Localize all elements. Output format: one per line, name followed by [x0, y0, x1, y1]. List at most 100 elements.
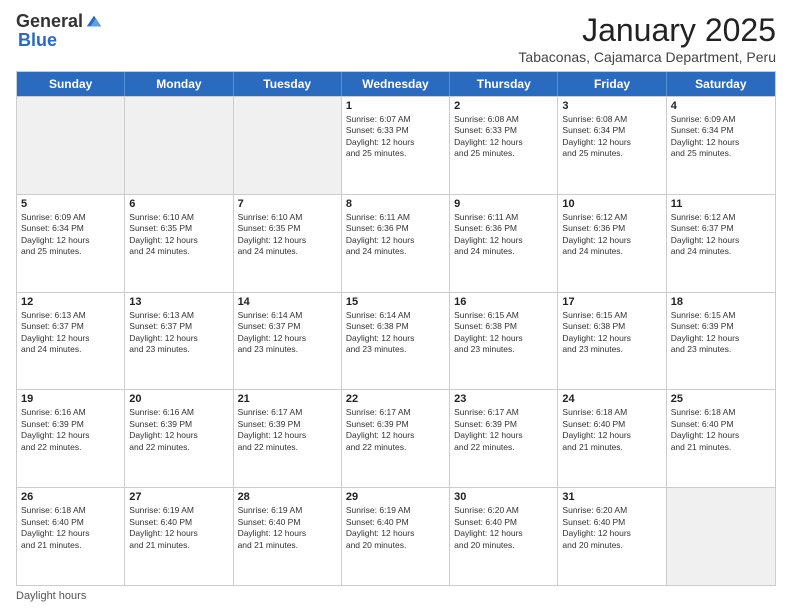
calendar-cell: 29Sunrise: 6:19 AM Sunset: 6:40 PM Dayli… [342, 488, 450, 585]
day-number: 7 [238, 198, 337, 210]
day-number: 13 [129, 296, 228, 308]
logo-icon [85, 12, 103, 30]
calendar-header: SundayMondayTuesdayWednesdayThursdayFrid… [17, 72, 775, 96]
day-number: 21 [238, 393, 337, 405]
calendar-cell: 25Sunrise: 6:18 AM Sunset: 6:40 PM Dayli… [667, 390, 775, 487]
day-number: 28 [238, 491, 337, 503]
calendar-cell: 14 Sunrise: 6:14 AM Sunset: 6:37 PM Dayli… [234, 293, 342, 390]
day-number: 22 [346, 393, 445, 405]
day-info: Sunrise: 6:09 AM Sunset: 6:34 PM Dayligh… [671, 114, 771, 160]
cal-header-day: Sunday [17, 72, 125, 96]
day-number: 26 [21, 491, 120, 503]
calendar-cell: 12 Sunrise: 6:13 AM Sunset: 6:37 PM Dayli… [17, 293, 125, 390]
calendar-cell: 19Sunrise: 6:16 AM Sunset: 6:39 PM Dayli… [17, 390, 125, 487]
day-number: 29 [346, 491, 445, 503]
day-info: Sunrise: 6:11 AM Sunset: 6:36 PM Dayligh… [346, 212, 445, 258]
calendar-cell: 21 Sunrise: 6:17 AM Sunset: 6:39 PM Dayli… [234, 390, 342, 487]
day-number: 25 [671, 393, 771, 405]
day-info: Sunrise: 6:19 AM Sunset: 6:40 PM Dayligh… [238, 505, 337, 551]
day-info: Sunrise: 6:18 AM Sunset: 6:40 PM Dayligh… [562, 407, 661, 453]
calendar-row: 12 Sunrise: 6:13 AM Sunset: 6:37 PM Dayli… [17, 292, 775, 390]
location-subtitle: Tabaconas, Cajamarca Department, Peru [518, 49, 776, 65]
day-info: Sunrise: 6:11 AM Sunset: 6:36 PM Dayligh… [454, 212, 553, 258]
day-info: Sunrise: 6:15 AM Sunset: 6:38 PM Dayligh… [562, 310, 661, 356]
calendar-cell: 20Sunrise: 6:16 AM Sunset: 6:39 PM Dayli… [125, 390, 233, 487]
calendar-cell: 8 Sunrise: 6:11 AM Sunset: 6:36 PM Daylig… [342, 195, 450, 292]
cal-header-day: Saturday [667, 72, 775, 96]
calendar-cell [234, 97, 342, 194]
calendar-cell: 13Sunrise: 6:13 AM Sunset: 6:37 PM Dayli… [125, 293, 233, 390]
day-info: Sunrise: 6:09 AM Sunset: 6:34 PM Dayligh… [21, 212, 120, 258]
day-info: Sunrise: 6:17 AM Sunset: 6:39 PM Dayligh… [238, 407, 337, 453]
day-number: 6 [129, 198, 228, 210]
day-number: 2 [454, 100, 553, 112]
day-number: 18 [671, 296, 771, 308]
day-number: 24 [562, 393, 661, 405]
logo: General Blue [16, 12, 103, 51]
cal-header-day: Wednesday [342, 72, 450, 96]
day-info: Sunrise: 6:14 AM Sunset: 6:38 PM Dayligh… [346, 310, 445, 356]
calendar-cell: 10Sunrise: 6:12 AM Sunset: 6:36 PM Dayli… [558, 195, 666, 292]
title-block: January 2025 Tabaconas, Cajamarca Depart… [518, 12, 776, 65]
day-info: Sunrise: 6:12 AM Sunset: 6:37 PM Dayligh… [671, 212, 771, 258]
day-info: Sunrise: 6:07 AM Sunset: 6:33 PM Dayligh… [346, 114, 445, 160]
day-number: 31 [562, 491, 661, 503]
day-number: 9 [454, 198, 553, 210]
calendar-cell: 24 Sunrise: 6:18 AM Sunset: 6:40 PM Dayli… [558, 390, 666, 487]
calendar-row: 1 Sunrise: 6:07 AM Sunset: 6:33 PM Daylig… [17, 96, 775, 194]
cal-header-day: Monday [125, 72, 233, 96]
header: General Blue January 2025 Tabaconas, Caj… [16, 12, 776, 65]
day-info: Sunrise: 6:08 AM Sunset: 6:34 PM Dayligh… [562, 114, 661, 160]
day-info: Sunrise: 6:10 AM Sunset: 6:35 PM Dayligh… [129, 212, 228, 258]
calendar-cell: 7 Sunrise: 6:10 AM Sunset: 6:35 PM Daylig… [234, 195, 342, 292]
calendar-body: 1 Sunrise: 6:07 AM Sunset: 6:33 PM Daylig… [17, 96, 775, 585]
calendar-cell: 1 Sunrise: 6:07 AM Sunset: 6:33 PM Daylig… [342, 97, 450, 194]
day-info: Sunrise: 6:15 AM Sunset: 6:38 PM Dayligh… [454, 310, 553, 356]
calendar-cell: 5Sunrise: 6:09 AM Sunset: 6:34 PM Daylig… [17, 195, 125, 292]
calendar-cell: 17 Sunrise: 6:15 AM Sunset: 6:38 PM Dayli… [558, 293, 666, 390]
month-title: January 2025 [518, 12, 776, 49]
calendar-cell: 11 Sunrise: 6:12 AM Sunset: 6:37 PM Dayli… [667, 195, 775, 292]
day-number: 14 [238, 296, 337, 308]
calendar-row: 19Sunrise: 6:16 AM Sunset: 6:39 PM Dayli… [17, 389, 775, 487]
calendar-cell [667, 488, 775, 585]
day-info: Sunrise: 6:16 AM Sunset: 6:39 PM Dayligh… [21, 407, 120, 453]
day-number: 1 [346, 100, 445, 112]
day-number: 17 [562, 296, 661, 308]
day-info: Sunrise: 6:19 AM Sunset: 6:40 PM Dayligh… [129, 505, 228, 551]
day-number: 4 [671, 100, 771, 112]
calendar-cell: 23 Sunrise: 6:17 AM Sunset: 6:39 PM Dayli… [450, 390, 558, 487]
calendar-cell: 26 Sunrise: 6:18 AM Sunset: 6:40 PM Dayli… [17, 488, 125, 585]
calendar-cell: 22 Sunrise: 6:17 AM Sunset: 6:39 PM Dayli… [342, 390, 450, 487]
cal-header-day: Tuesday [234, 72, 342, 96]
day-number: 11 [671, 198, 771, 210]
day-number: 23 [454, 393, 553, 405]
day-info: Sunrise: 6:17 AM Sunset: 6:39 PM Dayligh… [454, 407, 553, 453]
day-info: Sunrise: 6:08 AM Sunset: 6:33 PM Dayligh… [454, 114, 553, 160]
day-info: Sunrise: 6:17 AM Sunset: 6:39 PM Dayligh… [346, 407, 445, 453]
footer: Daylight hours [16, 590, 776, 602]
day-info: Sunrise: 6:18 AM Sunset: 6:40 PM Dayligh… [21, 505, 120, 551]
calendar-cell: 16 Sunrise: 6:15 AM Sunset: 6:38 PM Dayli… [450, 293, 558, 390]
calendar-cell: 4 Sunrise: 6:09 AM Sunset: 6:34 PM Daylig… [667, 97, 775, 194]
calendar-cell: 31 Sunrise: 6:20 AM Sunset: 6:40 PM Dayli… [558, 488, 666, 585]
calendar-cell [125, 97, 233, 194]
day-info: Sunrise: 6:10 AM Sunset: 6:35 PM Dayligh… [238, 212, 337, 258]
calendar-cell [17, 97, 125, 194]
day-number: 16 [454, 296, 553, 308]
day-info: Sunrise: 6:20 AM Sunset: 6:40 PM Dayligh… [562, 505, 661, 551]
cal-header-day: Thursday [450, 72, 558, 96]
calendar: SundayMondayTuesdayWednesdayThursdayFrid… [16, 71, 776, 586]
cal-header-day: Friday [558, 72, 666, 96]
day-info: Sunrise: 6:20 AM Sunset: 6:40 PM Dayligh… [454, 505, 553, 551]
calendar-row: 5Sunrise: 6:09 AM Sunset: 6:34 PM Daylig… [17, 194, 775, 292]
day-info: Sunrise: 6:13 AM Sunset: 6:37 PM Dayligh… [21, 310, 120, 356]
day-number: 20 [129, 393, 228, 405]
calendar-cell: 6 Sunrise: 6:10 AM Sunset: 6:35 PM Daylig… [125, 195, 233, 292]
page: General Blue January 2025 Tabaconas, Caj… [0, 0, 792, 612]
day-info: Sunrise: 6:14 AM Sunset: 6:37 PM Dayligh… [238, 310, 337, 356]
day-number: 12 [21, 296, 120, 308]
day-info: Sunrise: 6:15 AM Sunset: 6:39 PM Dayligh… [671, 310, 771, 356]
day-number: 30 [454, 491, 553, 503]
day-number: 8 [346, 198, 445, 210]
